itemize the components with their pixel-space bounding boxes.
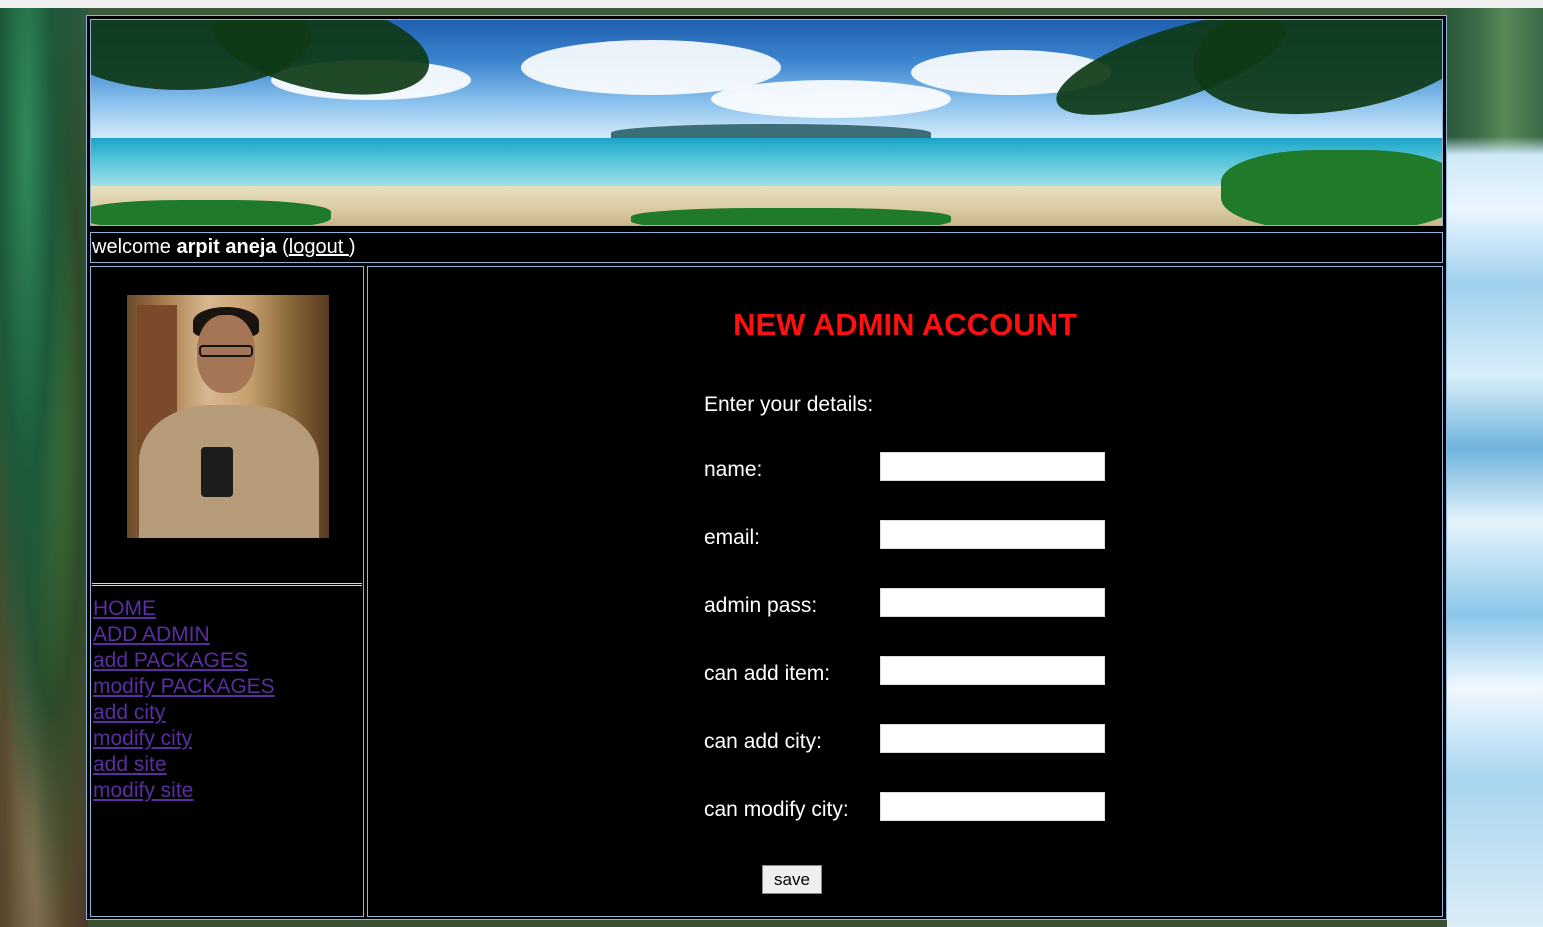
logout-link[interactable]: logout — [289, 236, 349, 258]
sidebar-item-modify-site[interactable]: modify site — [93, 778, 275, 804]
browser-top-strip — [0, 0, 1543, 8]
can-modify-city-input[interactable] — [880, 792, 1105, 821]
open-paren: ( — [282, 236, 289, 258]
sidebar-item-add-city[interactable]: add city — [93, 700, 275, 726]
admin-pass-label: admin pass: — [704, 594, 818, 617]
form-intro: Enter your details: — [704, 393, 874, 416]
sidebar: HOME ADD ADMIN add PACKAGES modify PACKA… — [90, 266, 364, 917]
welcome-username: arpit aneja — [176, 236, 277, 258]
can-add-city-label: can add city: — [704, 730, 822, 753]
can-add-city-input[interactable] — [880, 724, 1105, 753]
main-panel: NEW ADMIN ACCOUNT Enter your details: na… — [367, 266, 1443, 917]
background-forest-left — [0, 8, 88, 927]
sidebar-divider — [92, 583, 362, 586]
email-input[interactable] — [880, 520, 1105, 549]
welcome-prefix: welcome — [92, 236, 171, 258]
close-paren: ) — [348, 236, 356, 258]
welcome-bar: welcome arpit aneja (logout ) — [90, 232, 1443, 263]
page-frame: welcome arpit aneja (logout ) HOME ADD A… — [86, 15, 1447, 920]
can-add-item-input[interactable] — [880, 656, 1105, 685]
name-input[interactable] — [880, 452, 1105, 481]
sidebar-item-modify-packages[interactable]: modify PACKAGES — [93, 674, 275, 700]
sidebar-item-add-packages[interactable]: add PACKAGES — [93, 648, 275, 674]
sidebar-item-home[interactable]: HOME — [93, 596, 275, 622]
save-button[interactable]: save — [762, 865, 822, 894]
admin-pass-input[interactable] — [880, 588, 1105, 617]
page-title: NEW ADMIN ACCOUNT — [733, 307, 1077, 342]
sidebar-item-modify-city[interactable]: modify city — [93, 726, 275, 752]
sidebar-nav: HOME ADD ADMIN add PACKAGES modify PACKA… — [93, 596, 275, 804]
sidebar-item-add-site[interactable]: add site — [93, 752, 275, 778]
email-label: email: — [704, 526, 761, 549]
can-modify-city-label: can modify city: — [704, 798, 849, 821]
sidebar-item-add-admin[interactable]: ADD ADMIN — [93, 622, 275, 648]
background-waterfall-right — [1447, 8, 1543, 927]
name-label: name: — [704, 458, 763, 481]
can-add-item-label: can add item: — [704, 662, 831, 685]
profile-photo — [127, 295, 329, 538]
beach-banner-image — [90, 19, 1443, 226]
